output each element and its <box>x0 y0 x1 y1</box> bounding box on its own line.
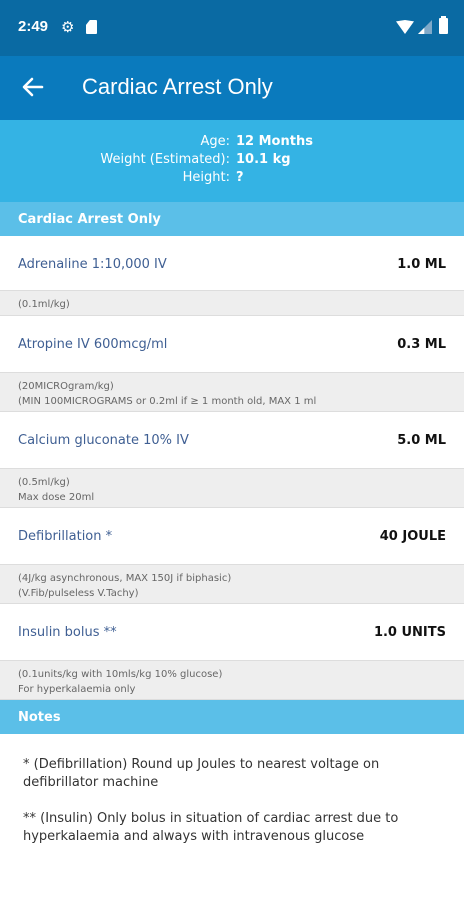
drug-note-line: (4J/kg asynchronous, MAX 150J if biphasi… <box>18 573 232 584</box>
drug-note-line: (0.1units/kg with 10mls/kg 10% glucose) <box>18 669 223 680</box>
drug-row-atropine[interactable]: Atropine IV 600mcg/ml 0.3 ML <box>0 316 464 372</box>
drug-name: Calcium gluconate 10% IV <box>18 433 189 448</box>
drug-note-line: (MIN 100MICROGRAMS or 0.2ml if ≥ 1 month… <box>18 396 317 407</box>
drug-notes: (0.5ml/kg) Max dose 20ml <box>0 468 464 508</box>
note-defibrillation: * (Defibrillation) Round up Joules to ne… <box>23 757 380 790</box>
page-title: Cardiac Arrest Only <box>82 74 273 99</box>
drug-row-defibrillation[interactable]: Defibrillation * 40 JOULE <box>0 508 464 564</box>
drug-dose: 5.0 ML <box>397 433 446 448</box>
drug-dose: 0.3 ML <box>397 337 446 352</box>
status-time: 2:49 <box>18 18 49 35</box>
drug-row-insulin[interactable]: Insulin bolus ** 1.0 UNITS <box>0 604 464 660</box>
height-value: ? <box>236 170 244 185</box>
age-value: 12 Months <box>236 134 313 149</box>
drug-name: Insulin bolus ** <box>18 625 117 640</box>
weight-value: 10.1 kg <box>236 152 291 167</box>
sd-card-icon <box>86 20 97 34</box>
drug-row-adrenaline[interactable]: Adrenaline 1:10,000 IV 1.0 ML <box>0 236 464 290</box>
drug-note-line: (0.1ml/kg) <box>18 299 70 310</box>
height-label: Height: <box>182 170 230 185</box>
drug-notes: (0.1units/kg with 10mls/kg 10% glucose) … <box>0 660 464 700</box>
age-label: Age: <box>200 134 230 149</box>
drug-note-line: Max dose 20ml <box>18 492 95 503</box>
drug-notes: (20MICROgram/kg) (MIN 100MICROGRAMS or 0… <box>0 372 464 412</box>
back-arrow-icon[interactable] <box>16 70 50 104</box>
drug-dose: 40 JOULE <box>379 529 446 544</box>
status-bar: 2:49 ⚙ <box>0 0 464 56</box>
drug-note-line: (0.5ml/kg) <box>18 477 70 488</box>
drug-notes: (0.1ml/kg) <box>0 290 464 316</box>
app-bar: Cardiac Arrest Only <box>0 56 464 120</box>
drug-name: Adrenaline 1:10,000 IV <box>18 257 167 272</box>
drug-row-calcium-gluconate[interactable]: Calcium gluconate 10% IV 5.0 ML <box>0 412 464 468</box>
notes-header: Notes <box>0 700 464 734</box>
notes-body: * (Defibrillation) Round up Joules to ne… <box>0 734 464 864</box>
drug-dose: 1.0 ML <box>397 257 446 272</box>
drug-note-line: (V.Fib/pulseless V.Tachy) <box>18 588 139 599</box>
patient-info-panel: Age: 12 Months Weight (Estimated): 10.1 … <box>0 120 464 202</box>
drug-dose: 1.0 UNITS <box>373 625 446 640</box>
wifi-icon <box>396 20 414 34</box>
drug-name: Atropine IV 600mcg/ml <box>18 337 168 352</box>
drug-name: Defibrillation * <box>18 529 113 544</box>
weight-label: Weight (Estimated): <box>100 152 230 167</box>
drug-notes: (4J/kg asynchronous, MAX 150J if biphasi… <box>0 564 464 604</box>
drug-note-line: (20MICROgram/kg) <box>18 381 114 392</box>
drug-note-line: For hyperkalaemia only <box>18 684 136 695</box>
note-insulin: ** (Insulin) Only bolus in situation of … <box>23 811 399 844</box>
settings-gear-icon: ⚙ <box>61 18 75 36</box>
battery-icon <box>439 16 448 34</box>
section-header: Cardiac Arrest Only <box>0 202 464 236</box>
